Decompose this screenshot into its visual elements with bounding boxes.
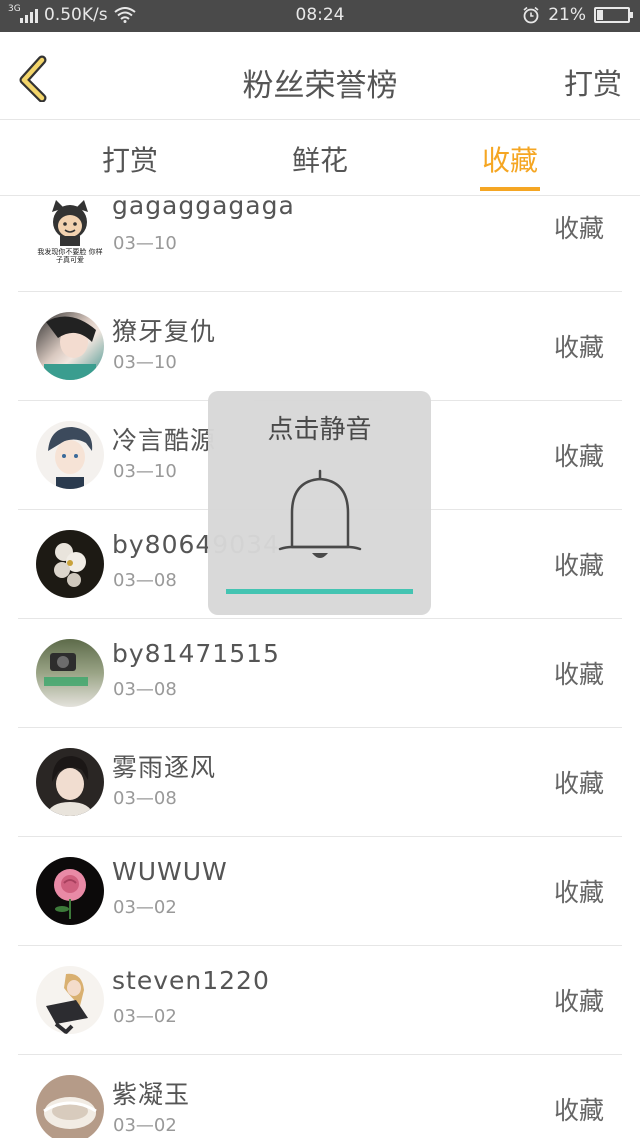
status-right: 21% (522, 5, 633, 25)
battery-percent: 21% (548, 5, 586, 25)
list-item[interactable]: 雾雨逐风 03—08 收藏 (0, 728, 640, 837)
favorite-label: 收藏 (553, 551, 604, 580)
fan-list: 我发现你不要脸 你样子真可爱 gagaggagaga 03—10 收藏 獠牙复仇… (0, 196, 640, 1138)
toast-title: 点击静音 (267, 415, 372, 445)
favorite-label: 收藏 (553, 442, 604, 471)
list-item[interactable]: by81471515 03—08 收藏 (0, 619, 640, 728)
favorite-label: 收藏 (553, 660, 604, 689)
list-item[interactable]: 我发现你不要脸 你样子真可爱 gagaggagaga 03—10 收藏 (0, 196, 640, 292)
list-item[interactable]: WUWUW 03—02 收藏 (0, 837, 640, 946)
alarm-icon (523, 6, 539, 24)
avatar (36, 421, 104, 489)
battery-icon (594, 7, 633, 23)
mute-toast[interactable]: 点击静音 (208, 391, 431, 615)
favorite-label: 收藏 (553, 333, 604, 362)
avatar (36, 639, 104, 707)
entry-date: 03—10 (113, 352, 177, 373)
list-item[interactable]: 獠牙复仇 03—10 收藏 (0, 292, 640, 401)
avatar: 我发现你不要脸 你样子真可爱 (36, 198, 104, 266)
favorite-label: 收藏 (553, 878, 604, 907)
header: 粉丝荣誉榜 打赏 (0, 32, 640, 120)
entry-date: 03—08 (113, 570, 177, 591)
avatar-caption: 我发现你不要脸 你样子真可爱 (37, 248, 103, 264)
list-item[interactable]: steven1220 03—02 收藏 (0, 946, 640, 1055)
entry-date: 03—02 (113, 1115, 177, 1136)
user-name: by81471515 (112, 639, 280, 668)
entry-date: 03—10 (113, 461, 177, 482)
user-name: steven1220 (112, 966, 270, 995)
page-title: 粉丝荣誉榜 (242, 68, 398, 104)
avatar (36, 312, 104, 380)
favorite-label: 收藏 (553, 1096, 604, 1125)
avatar (36, 1075, 104, 1138)
user-name: 冷言酷源 (112, 426, 217, 455)
favorite-label: 收藏 (553, 987, 604, 1016)
user-name: WUWUW (112, 857, 228, 886)
entry-date: 03—02 (113, 1006, 177, 1027)
entry-date: 03—10 (113, 233, 177, 254)
tab-flowers[interactable]: 鲜花 (260, 139, 380, 179)
avatar (36, 530, 104, 598)
active-tab-indicator (480, 187, 540, 191)
status-bar: 3G 0.50K/s 08:24 21% (0, 0, 640, 32)
avatar (36, 748, 104, 816)
battery-fill (597, 10, 603, 20)
user-name: 獠牙复仇 (112, 317, 217, 346)
reward-button[interactable]: 打赏 (564, 61, 622, 103)
bell-icon (278, 469, 362, 558)
tab-reward[interactable]: 打赏 (70, 139, 190, 179)
user-name: 紫凝玉 (112, 1080, 191, 1109)
favorite-label: 收藏 (553, 214, 604, 243)
tab-bar: 打赏 鲜花 收藏 (0, 121, 640, 196)
avatar (36, 857, 104, 925)
avatar (36, 966, 104, 1034)
entry-date: 03—02 (113, 897, 177, 918)
user-name: gagaggagaga (112, 196, 295, 220)
favorite-label: 收藏 (553, 769, 604, 798)
user-name: 雾雨逐风 (112, 753, 217, 782)
list-item[interactable]: 紫凝玉 03—02 收藏 (0, 1055, 640, 1138)
tab-favorites[interactable]: 收藏 (450, 139, 570, 179)
volume-bar (226, 589, 413, 594)
entry-date: 03—08 (113, 679, 177, 700)
entry-date: 03—08 (113, 788, 177, 809)
